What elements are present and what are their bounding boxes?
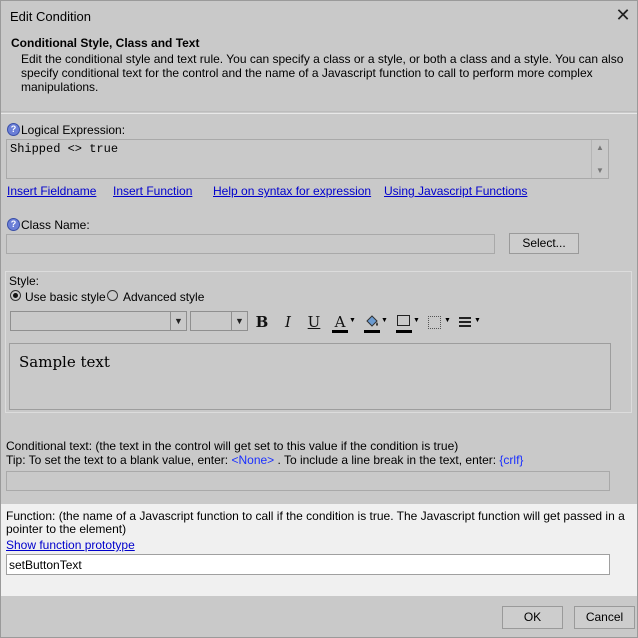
insert-function-link[interactable]: Insert Function <box>113 184 192 198</box>
advanced-style-radio[interactable] <box>107 290 118 301</box>
select-class-button[interactable]: Select... <box>509 233 579 254</box>
logical-expression-input[interactable]: Shipped <> true ▲ ▼ <box>6 139 609 179</box>
align-justify-icon <box>459 317 471 327</box>
tip-text: . To include a line break in the text, e… <box>274 453 500 467</box>
syntax-help-link[interactable]: Help on syntax for expression <box>213 184 371 198</box>
fill-color-swatch <box>364 330 380 333</box>
help-icon[interactable]: ? <box>7 123 20 136</box>
italic-button[interactable]: I <box>279 313 297 331</box>
header-divider <box>1 113 637 114</box>
border-box-icon <box>397 315 410 326</box>
scrollbar[interactable]: ▲ ▼ <box>591 140 608 178</box>
border-color-swatch <box>396 330 412 333</box>
cancel-button[interactable]: Cancel <box>574 606 635 629</box>
advanced-style-label: Advanced style <box>123 290 205 304</box>
style-label: Style: <box>9 274 42 288</box>
sample-text: Sample text <box>19 353 110 371</box>
class-name-input[interactable] <box>6 234 495 254</box>
text-color-button[interactable]: A ▼ <box>332 313 356 333</box>
chevron-down-icon[interactable]: ▼ <box>170 312 186 330</box>
paint-bucket-icon <box>366 315 378 327</box>
conditional-text-tip: Tip: To set the text to a blank value, e… <box>6 453 523 467</box>
javascript-functions-link[interactable]: Using Javascript Functions <box>384 184 527 198</box>
class-name-label: Class Name: <box>21 218 90 232</box>
border-color-button[interactable]: ▼ <box>396 313 420 333</box>
style-preview: Sample text <box>9 343 611 410</box>
scroll-down-icon[interactable]: ▼ <box>596 166 604 175</box>
conditional-text-label: Conditional text: (the text in the contr… <box>6 439 459 453</box>
show-function-prototype-link[interactable]: Show function prototype <box>6 538 135 552</box>
border-grid-icon <box>428 316 441 329</box>
chevron-down-icon: ▼ <box>474 317 481 324</box>
text-color-icon: A <box>334 313 346 331</box>
chevron-down-icon: ▼ <box>381 317 388 324</box>
window-title: Edit Condition <box>10 9 91 24</box>
function-description: Function: (the name of a Javascript func… <box>6 509 625 536</box>
chevron-down-icon: ▼ <box>413 317 420 324</box>
logical-expression-value: Shipped <> true <box>10 142 119 156</box>
edit-condition-dialog: Edit Condition ✕ Conditional Style, Clas… <box>0 0 638 638</box>
use-basic-style-label: Use basic style <box>25 290 106 304</box>
function-name-value: setButtonText <box>9 558 82 572</box>
scroll-up-icon[interactable]: ▲ <box>596 143 604 152</box>
ok-button[interactable]: OK <box>502 606 563 629</box>
crlf-token: {crlf} <box>499 453 524 467</box>
font-size-select[interactable]: ▼ <box>190 311 248 331</box>
header-title: Conditional Style, Class and Text <box>11 36 200 50</box>
border-style-button[interactable]: ▼ <box>427 313 451 333</box>
underline-button[interactable]: U <box>305 313 323 331</box>
tip-text: Tip: To set the text to a blank value, e… <box>6 453 232 467</box>
text-color-swatch <box>332 330 348 333</box>
font-name-select[interactable]: ▼ <box>10 311 187 331</box>
chevron-down-icon: ▼ <box>444 317 451 324</box>
chevron-down-icon[interactable]: ▼ <box>231 312 247 330</box>
logical-expression-label: Logical Expression: <box>21 123 126 137</box>
close-icon[interactable]: ✕ <box>612 4 634 26</box>
none-token: <None> <box>231 453 275 467</box>
chevron-down-icon: ▼ <box>349 317 356 324</box>
help-icon[interactable]: ? <box>7 218 20 231</box>
insert-fieldname-link[interactable]: Insert Fieldname <box>7 184 96 198</box>
function-name-input[interactable]: setButtonText <box>6 554 610 575</box>
fill-color-button[interactable]: ▼ <box>364 313 388 333</box>
use-basic-style-radio[interactable] <box>10 290 21 301</box>
header-description: Edit the conditional style and text rule… <box>21 52 624 94</box>
bold-button[interactable]: B <box>253 313 271 331</box>
alignment-button[interactable]: ▼ <box>458 313 482 333</box>
conditional-text-input[interactable] <box>6 471 610 491</box>
title-bar <box>1 1 637 31</box>
